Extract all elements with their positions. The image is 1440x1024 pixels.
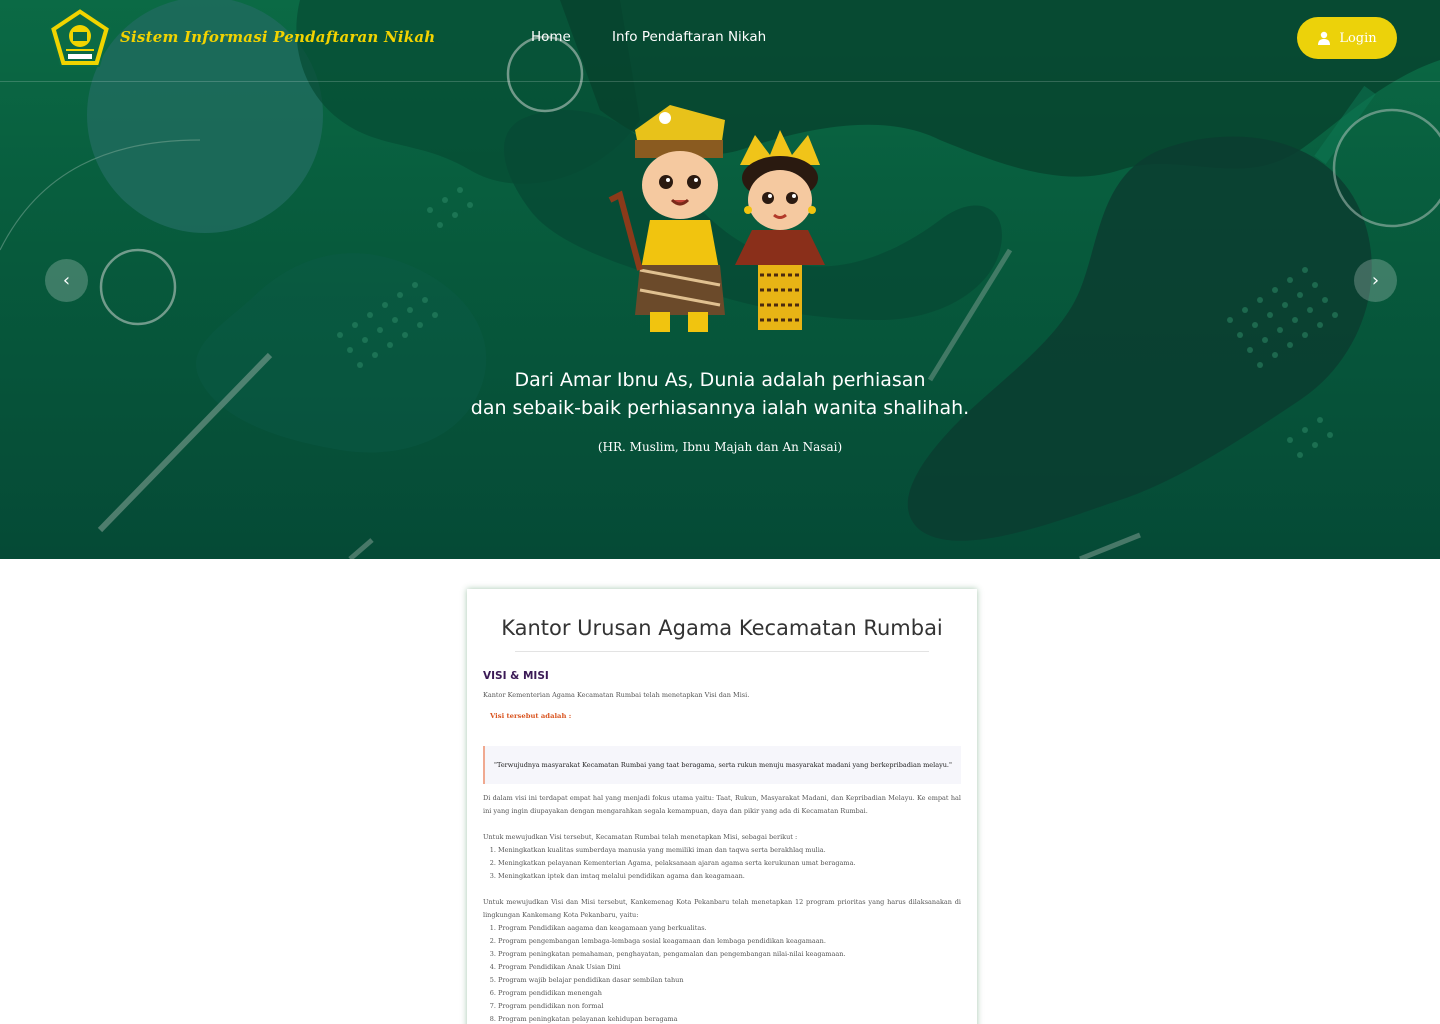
- kua-info-card: Kantor Urusan Agama Kecamatan Rumbai VIS…: [467, 589, 977, 1024]
- nav-info-pendaftaran-nikah[interactable]: Info Pendaftaran Nikah: [612, 29, 766, 45]
- hero-quote: Dari Amar Ibnu As, Dunia adalah perhiasa…: [400, 366, 1040, 422]
- list-item: Program peningkatan pelayanan kehidupan …: [498, 1013, 961, 1024]
- intro-text: Kantor Kementerian Agama Kecamatan Rumba…: [483, 691, 750, 699]
- list-item: Program pengembangan lembaga-lembaga sos…: [498, 935, 961, 948]
- list-item: Program pendidikan non formal: [498, 1000, 961, 1013]
- list-item: Program wajib belajar pendidikan dasar s…: [498, 974, 961, 987]
- list-item: Program Pendidikan aagama dan keagamaan …: [498, 922, 961, 935]
- misi-list: Meningkatkan kualitas sumberdaya manusia…: [483, 844, 961, 883]
- hero-banner: Sistem Informasi Pendaftaran Nikah Home …: [0, 0, 1440, 559]
- navbar: Sistem Informasi Pendaftaran Nikah Home …: [0, 0, 1440, 82]
- nav-home[interactable]: Home: [531, 29, 571, 45]
- section-heading: VISI & MISI: [483, 670, 549, 682]
- misi-intro: Untuk mewujudkan Visi tersebut, Kecamata…: [483, 833, 798, 841]
- list-item: Meningkatkan iptek dan imtaq melalui pen…: [498, 870, 961, 883]
- program-list: Program Pendidikan aagama dan keagamaan …: [483, 922, 961, 1024]
- visi-label: Visi tersebut adalah :: [490, 712, 572, 720]
- kemenag-logo-icon[interactable]: [46, 6, 114, 70]
- user-icon: [1318, 31, 1331, 45]
- carousel-prev-button[interactable]: ‹: [45, 259, 88, 302]
- quote-line-2: dan sebaik-baik perhiasannya ialah wanit…: [470, 397, 970, 419]
- visi-quote: "Terwujudnya masyarakat Kecamatan Rumbai…: [483, 746, 961, 784]
- login-label: Login: [1339, 30, 1377, 46]
- login-button[interactable]: Login: [1297, 17, 1397, 59]
- quote-line-1: Dari Amar Ibnu As, Dunia adalah perhiasa…: [514, 369, 926, 391]
- program-intro: Untuk mewujudkan Visi dan Misi tersebut,…: [483, 898, 961, 919]
- list-item: Meningkatkan pelayanan Kementerian Agama…: [498, 857, 961, 870]
- list-item: Program peningkatan pemahaman, penghayat…: [498, 948, 961, 961]
- wedding-couple-illustration: [608, 105, 825, 332]
- chevron-left-icon: ‹: [62, 270, 71, 291]
- chevron-right-icon: ›: [1371, 270, 1380, 291]
- page-title: Kantor Urusan Agama Kecamatan Rumbai: [501, 616, 943, 640]
- carousel-next-button[interactable]: ›: [1354, 259, 1397, 302]
- list-item: Program Pendidikan Anak Usian Dini: [498, 961, 961, 974]
- title-divider: [515, 651, 929, 652]
- list-item: Meningkatkan kualitas sumberdaya manusia…: [498, 844, 961, 857]
- quote-source: (HR. Muslim, Ibnu Majah dan An Nasai): [597, 440, 843, 454]
- brand-title[interactable]: Sistem Informasi Pendaftaran Nikah: [120, 28, 435, 46]
- list-item: Program pendidikan menengah: [498, 987, 961, 1000]
- visi-explanation: Di dalam visi ini terdapat empat hal yan…: [483, 794, 961, 815]
